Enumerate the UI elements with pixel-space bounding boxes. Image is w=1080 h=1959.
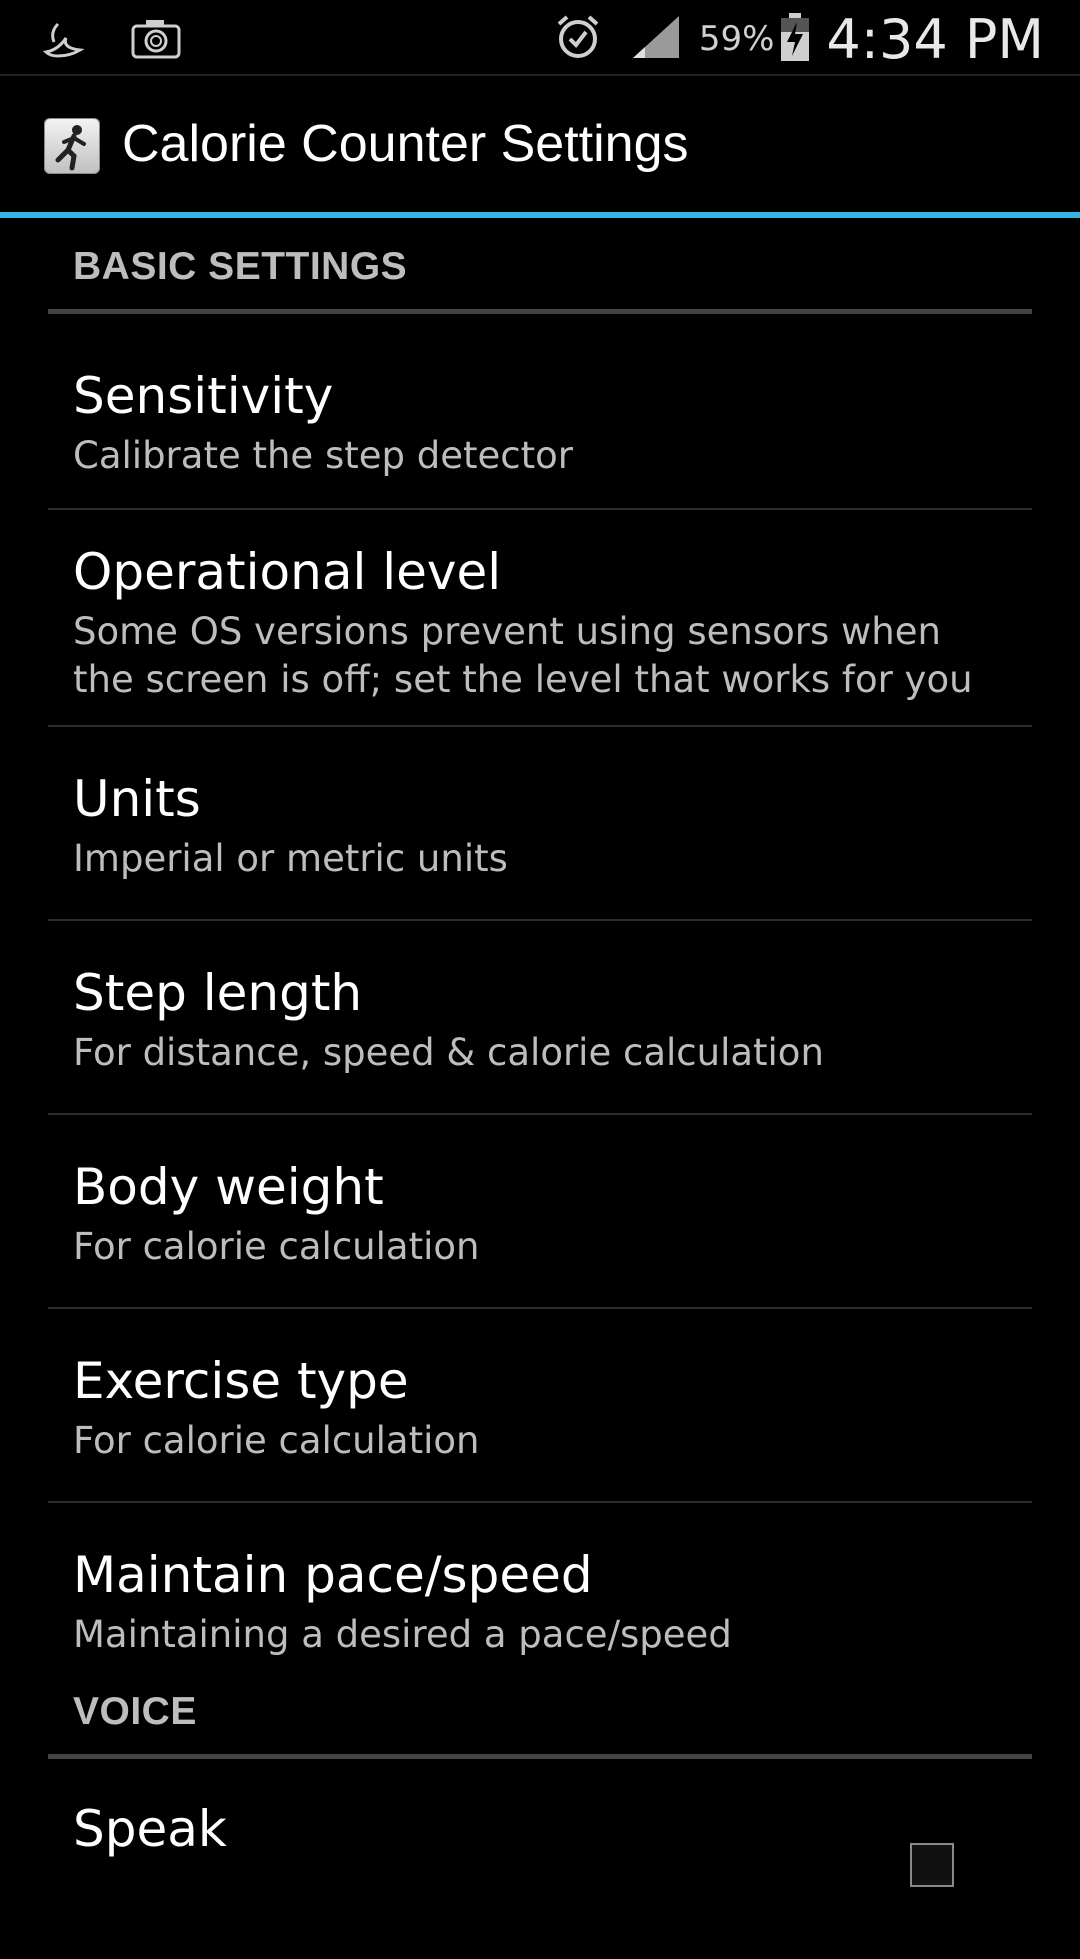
speak-checkbox[interactable] [910,1843,954,1887]
status-bar-left [40,16,182,66]
signal-icon [631,14,681,64]
pref-summary: For calorie calculation [73,1419,480,1462]
pref-title: Units [73,770,201,828]
pref-summary: Calibrate the step detector [73,434,573,477]
pref-title: Speak [73,1800,227,1858]
pref-exercise-type[interactable]: Exercise type For calorie calculation [48,1309,1032,1503]
app-runner-icon[interactable] [44,118,100,174]
pref-sensitivity[interactable]: Sensitivity Calibrate the step detector [48,314,1032,510]
action-bar: Calorie Counter Settings [0,76,1080,212]
moon-bird-icon [40,16,86,66]
section-header-label: BASIC SETTINGS [73,245,408,288]
pref-title: Step length [73,964,363,1022]
pref-step-length[interactable]: Step length For distance, speed & calori… [48,921,1032,1115]
pref-title: Sensitivity [73,367,334,425]
pref-body-weight[interactable]: Body weight For calorie calculation [48,1115,1032,1309]
status-bar-right: 59% 4:34 PM [553,7,1044,71]
pref-operational-level[interactable]: Operational level Some OS versions preve… [48,510,1032,727]
pref-maintain-pace[interactable]: Maintain pace/speed Maintaining a desire… [48,1503,1032,1673]
pref-title: Operational level [73,543,502,601]
status-time: 4:34 PM [826,7,1044,71]
section-header-basic-settings: BASIC SETTINGS [48,218,1032,314]
status-bar: 59% 4:34 PM [0,0,1080,76]
pref-summary: For distance, speed & calorie calculatio… [73,1031,824,1074]
alarm-icon [553,12,603,66]
pref-units[interactable]: Units Imperial or metric units [48,727,1032,921]
pref-title: Body weight [73,1158,384,1216]
pref-summary: For calorie calculation [73,1225,480,1268]
pref-summary-line-1: Some OS versions prevent using sensors w… [73,610,941,653]
camera-icon [130,17,182,65]
pref-summary: Imperial or metric units [73,837,508,880]
page-title: Calorie Counter Settings [122,115,689,173]
battery-percentage: 59% [698,19,775,59]
settings-list: BASIC SETTINGS Sensitivity Calibrate the… [48,218,1032,1959]
pref-summary-line-2: the screen is off; set the level that wo… [73,658,973,701]
battery-charging-icon [780,12,810,66]
section-header-label: VOICE [73,1690,197,1733]
pref-summary: Maintaining a desired a pace/speed [73,1613,732,1656]
pref-speak[interactable]: Speak [48,1759,1032,1959]
pref-title: Maintain pace/speed [73,1546,593,1604]
section-header-voice: VOICE [48,1673,1032,1759]
pref-title: Exercise type [73,1352,409,1410]
